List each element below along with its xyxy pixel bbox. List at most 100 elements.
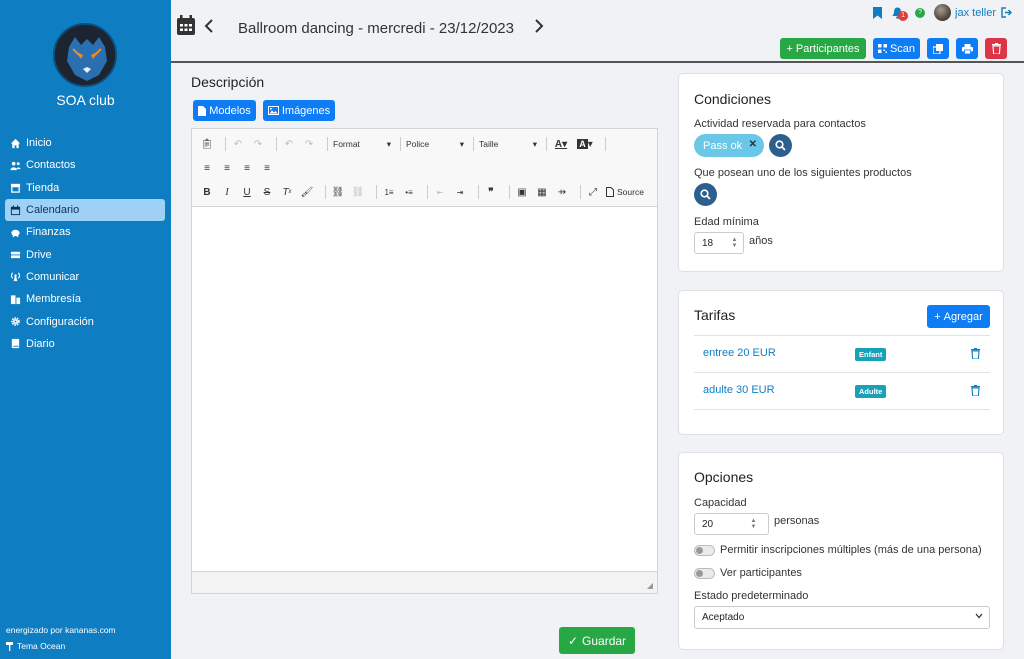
image-insert-icon[interactable]: ▣ (515, 185, 529, 199)
sidebar-item-label: Tienda (26, 181, 60, 194)
stepper-icon[interactable]: ▲ ▼ (730, 237, 739, 249)
redo-alt-icon[interactable]: ↷ (302, 137, 316, 151)
default-state-select[interactable]: Aceptado (694, 606, 990, 629)
blockquote-icon[interactable]: ❞ (484, 185, 498, 199)
sidebar-item-label: Contactos (26, 159, 76, 172)
source-button[interactable]: Source (606, 187, 644, 197)
header: Ballroom dancing - mercredi - 23/12/2023… (171, 0, 1024, 63)
images-button[interactable]: Imágenes (263, 100, 335, 121)
powered-by[interactable]: energizado por kananas.com (6, 625, 116, 635)
search-contacts-button[interactable] (769, 134, 792, 157)
capacity-input[interactable]: 20 ▲ ▼ (694, 513, 769, 535)
paintbrush-icon[interactable]: 🖌︎ (300, 185, 314, 199)
text-color-icon[interactable]: A▾ (552, 137, 570, 151)
next-arrow-icon[interactable] (534, 18, 544, 37)
models-button[interactable]: Modelos (193, 100, 256, 121)
previous-arrow-icon[interactable] (204, 18, 214, 37)
indent-icon[interactable]: ⇥ (453, 185, 467, 199)
redo-icon[interactable]: ↷ (251, 137, 265, 151)
align-center-icon[interactable]: ≡ (220, 161, 234, 175)
paint-roller-icon (6, 641, 14, 651)
delete-button[interactable] (985, 38, 1007, 59)
tarifa-link[interactable]: adulte 30 EUR (703, 384, 775, 396)
user-name[interactable]: jax teller (955, 7, 996, 19)
theme-label: Tema Ocean (17, 641, 66, 651)
sidebar-item-membresia[interactable]: Membresía (5, 288, 165, 310)
copy-button[interactable] (927, 38, 949, 59)
toolbar-separator (325, 185, 326, 199)
trash-icon[interactable] (971, 347, 980, 362)
sidebar-item-diario[interactable]: Diario (5, 333, 165, 355)
divider (694, 372, 990, 373)
help-badge[interactable]: ? (915, 7, 926, 18)
print-button[interactable] (956, 38, 978, 59)
tarifa-link[interactable]: entree 20 EUR (703, 347, 776, 359)
undo-alt-icon[interactable]: ↶ (282, 137, 296, 151)
description-title: Descripción (191, 74, 265, 90)
format-label: Format (333, 139, 360, 149)
calendar-icon (176, 15, 196, 39)
show-participants-label: Ver participantes (720, 567, 802, 579)
save-button[interactable]: ✓ Guardar (559, 627, 635, 654)
font-dropdown[interactable]: Police ▾ (406, 139, 464, 150)
stepper-icon[interactable]: ▲ ▼ (749, 518, 758, 530)
background-color-icon[interactable]: A ▾ (576, 137, 594, 151)
rich-text-editor[interactable]: 📋︎ ↶ ↷ ↶ ↷ Format ▾ Police ▾ Taille ▾ A▾… (191, 128, 658, 594)
notification-bell[interactable]: 1 (892, 7, 909, 21)
show-participants-toggle[interactable] (694, 568, 715, 579)
participants-button[interactable]: + Participantes (780, 38, 866, 59)
undo-icon[interactable]: ↶ (231, 137, 245, 151)
sidebar-item-configuracion[interactable]: Configuración (5, 310, 165, 332)
reserved-label: Actividad reservada para contactos (694, 118, 866, 130)
toolbar-separator (473, 137, 474, 151)
scan-button[interactable]: Scan (873, 38, 920, 59)
theme-link[interactable]: Tema Ocean (6, 641, 65, 651)
outdent-icon[interactable]: ⇤ (433, 185, 447, 199)
horizontal-rule-icon[interactable]: ⇸ (555, 185, 569, 199)
sidebar-item-calendario[interactable]: Calendario (5, 198, 165, 222)
table-icon[interactable]: ▦ (535, 185, 549, 199)
add-tarifa-button[interactable]: + Agregar (927, 305, 990, 328)
underline-icon[interactable]: U (240, 185, 254, 199)
align-right-icon[interactable]: ≡ (240, 161, 254, 175)
sidebar-item-finanzas[interactable]: Finanzas (5, 221, 165, 243)
link-icon[interactable]: ⛓︎ (331, 185, 345, 199)
image-icon (267, 106, 279, 115)
taille-label: Taille (479, 139, 499, 149)
strikethrough-icon[interactable]: S (260, 185, 274, 199)
clear-format-icon[interactable]: Tx (280, 185, 294, 199)
align-left-icon[interactable]: ≡ (200, 161, 214, 175)
sidebar-item-contactos[interactable]: Contactos (5, 154, 165, 176)
align-justify-icon[interactable]: ≡ (260, 161, 274, 175)
sidebar-item-tienda[interactable]: Tienda (5, 177, 165, 199)
format-dropdown[interactable]: Format ▾ (333, 139, 391, 150)
resize-handle-icon[interactable]: ◢ (647, 581, 653, 590)
conditions-title: Condiciones (694, 91, 772, 107)
paste-icon[interactable]: 📋︎ (200, 137, 214, 151)
toolbar-row-1: 📋︎ ↶ ↷ ↶ ↷ Format ▾ Police ▾ Taille ▾ A▾… (200, 135, 611, 153)
min-age-input[interactable]: 18 ▲ ▼ (694, 232, 744, 254)
toolbar-separator (376, 185, 377, 199)
maximize-icon[interactable]: ⤢ (586, 185, 600, 199)
sidebar-item-drive[interactable]: Drive (5, 243, 165, 265)
toolbar-separator (427, 185, 428, 199)
bookmark-icon[interactable] (873, 6, 883, 19)
club-logo[interactable] (53, 23, 117, 87)
toolbar-separator (225, 137, 226, 151)
chevron-down-icon (975, 613, 983, 619)
unlink-icon[interactable]: ⛓︎ (351, 185, 365, 199)
logout-icon[interactable] (1001, 7, 1012, 18)
bold-icon[interactable]: B (200, 185, 214, 199)
remove-tag-icon[interactable]: ✕ (749, 139, 757, 150)
save-label: Guardar (582, 633, 627, 648)
trash-icon[interactable] (971, 384, 980, 399)
size-dropdown[interactable]: Taille ▾ (479, 139, 537, 150)
sidebar-item-comunicar[interactable]: Comunicar (5, 266, 165, 288)
italic-icon[interactable]: I (220, 185, 234, 199)
ordered-list-icon[interactable]: 1≡ (382, 185, 396, 199)
multi-signup-toggle[interactable] (694, 545, 715, 556)
bullet-list-icon[interactable]: •≡ (402, 185, 416, 199)
sidebar-item-inicio[interactable]: Inicio (5, 132, 165, 154)
avatar[interactable] (934, 4, 952, 21)
search-products-button[interactable] (694, 183, 717, 206)
